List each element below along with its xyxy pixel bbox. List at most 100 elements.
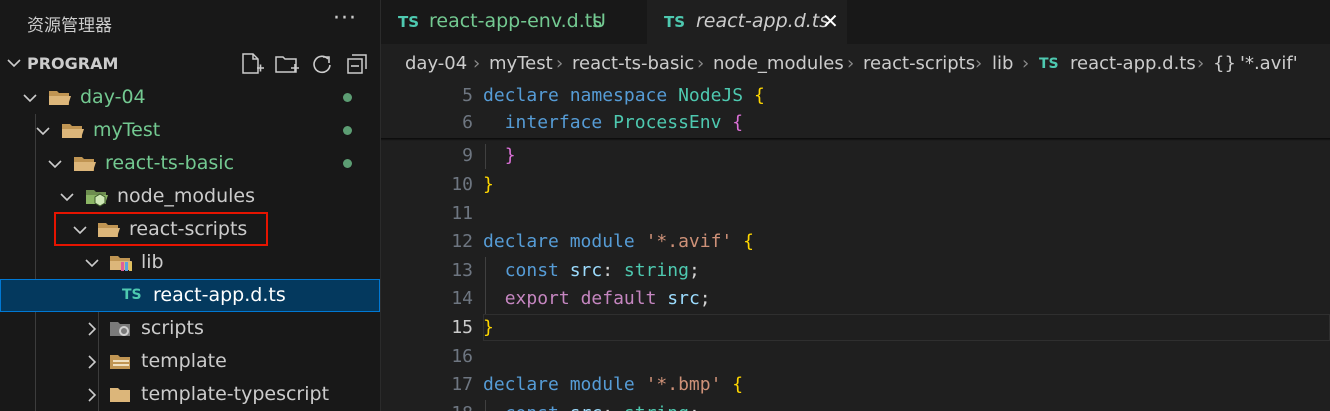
tab-label: react-app-env.d.ts <box>429 10 603 32</box>
code-line[interactable]: 10} <box>381 171 1330 200</box>
close-icon[interactable]: ✕ <box>822 9 839 33</box>
code-token: module <box>569 374 635 395</box>
code-text: } <box>483 145 516 166</box>
breadcrumb-item[interactable]: react-ts-basic <box>572 53 694 74</box>
more-actions-icon[interactable]: ··· <box>333 6 357 31</box>
breadcrumb-separator: › <box>697 53 705 74</box>
code-token: ProcessEnv <box>613 112 722 133</box>
code-token: declare <box>483 374 559 395</box>
code-token: declare <box>483 85 559 106</box>
tree-item-label: template-typescript <box>141 383 330 405</box>
git-status-badge: U <box>592 10 606 32</box>
collapse-all-icon[interactable] <box>344 52 370 76</box>
tree-item-label: day-04 <box>80 86 146 108</box>
indent-guide <box>485 144 486 169</box>
namespace-symbol-icon: {} <box>1213 53 1236 74</box>
node-folder-icon <box>86 190 108 207</box>
code-line[interactable]: 18 const src: string; <box>381 400 1330 411</box>
code-line[interactable]: 11 <box>381 200 1330 229</box>
breadcrumb-symbol[interactable]: '*.avif' <box>1240 53 1298 74</box>
tree-item-label: myTest <box>93 119 161 141</box>
code-line[interactable]: 6 interface ProcessEnv { <box>381 109 1330 138</box>
editor-tabs: TS react-app-env.d.ts U TS react-app.d.t… <box>381 0 1330 44</box>
code-token: const <box>504 260 559 281</box>
indent-guide <box>485 400 486 411</box>
code-line[interactable]: 9 } <box>381 142 1330 171</box>
line-number: 13 <box>451 260 473 281</box>
explorer-header: 资源管理器 ··· <box>0 0 380 44</box>
breadcrumb-item[interactable]: react-scripts <box>863 53 975 74</box>
template-folder-icon <box>110 355 130 369</box>
indent-guide <box>485 257 486 314</box>
breadcrumb-file[interactable]: react-app.d.ts <box>1070 53 1196 74</box>
chevron-down-icon <box>23 94 37 103</box>
typescript-file-icon: TS <box>398 13 420 31</box>
tree-folder-template[interactable]: template <box>0 345 380 378</box>
code-token: src <box>570 403 603 411</box>
chevron-down-icon <box>48 160 62 169</box>
tree-folder-lib[interactable]: lib <box>0 246 380 279</box>
tree-item-label: node_modules <box>117 185 256 207</box>
code-token: { <box>732 374 744 395</box>
line-number: 18 <box>381 403 473 411</box>
workspace-name: PROGRAM <box>27 54 119 73</box>
typescript-file-icon: TS <box>1039 56 1059 72</box>
code-token: src <box>569 260 603 281</box>
code-token: interface <box>504 112 603 133</box>
code-token: ; <box>699 288 711 309</box>
tree-folder-scripts[interactable]: scripts <box>0 312 380 345</box>
tree-folder-mytest[interactable]: myTest <box>0 114 380 147</box>
tree-folder-react-ts-basic[interactable]: react-ts-basic <box>0 147 380 180</box>
chevron-down-icon <box>60 193 74 202</box>
tab-react-app-env[interactable]: TS react-app-env.d.ts U <box>381 0 647 44</box>
code-text: const src: string; <box>483 403 700 411</box>
breadcrumb-separator: › <box>1022 53 1030 74</box>
folder-open-icon <box>49 91 71 105</box>
explorer-title: 资源管理器 <box>27 16 112 36</box>
workspace-section-header[interactable]: PROGRAM <box>0 47 380 80</box>
code-line[interactable]: 5 declare namespace NodeJS { <box>381 82 1330 111</box>
code-token: src <box>667 288 700 309</box>
breadcrumb-item[interactable]: lib <box>992 53 1013 74</box>
code-text: const src: string; <box>483 260 700 281</box>
tab-react-app[interactable]: TS react-app.d.ts ✕ <box>647 0 847 44</box>
code-token: export <box>504 288 570 309</box>
code-line[interactable]: 17 declare module '*.bmp' { <box>381 371 1330 400</box>
code-line[interactable]: 16 <box>381 343 1330 372</box>
tree-file-react-app-d-ts[interactable]: TS react-app.d.ts <box>0 279 380 312</box>
code-text: export default src; <box>483 288 711 309</box>
chevron-down-icon <box>36 127 50 136</box>
code-token: { <box>732 112 744 133</box>
code-line[interactable]: 15} <box>381 314 1330 343</box>
breadcrumb-item[interactable]: day-04 <box>405 53 467 74</box>
breadcrumb-item[interactable]: myTest <box>489 53 553 74</box>
line-number: 17 <box>451 374 473 395</box>
code-line[interactable]: 14 export default src; <box>381 285 1330 314</box>
new-folder-icon[interactable] <box>274 52 300 76</box>
code-token: declare <box>483 231 559 252</box>
tree-item-label: lib <box>141 251 164 273</box>
code-line[interactable]: 13 const src: string; <box>381 257 1330 286</box>
breadcrumb-separator: › <box>1197 53 1205 74</box>
new-file-icon[interactable] <box>239 52 265 76</box>
code-text: declare namespace NodeJS { <box>483 85 765 106</box>
code-token: namespace <box>569 85 668 106</box>
breadcrumb-item[interactable]: node_modules <box>713 53 844 74</box>
code-text: } <box>483 317 494 338</box>
code-token: : <box>602 260 624 281</box>
tree-folder-node-modules[interactable]: node_modules <box>0 180 380 213</box>
breadcrumb-separator: › <box>847 53 855 74</box>
refresh-icon[interactable] <box>309 52 335 76</box>
code-line[interactable]: 12 declare module '*.avif' { <box>381 228 1330 257</box>
code-token: string <box>624 403 689 411</box>
tree-folder-day-04[interactable]: day-04 <box>0 81 380 114</box>
code-editor[interactable]: 5 declare namespace NodeJS {6 interface P… <box>381 82 1330 411</box>
tree-folder-template-typescript[interactable]: template-typescript <box>0 378 380 411</box>
